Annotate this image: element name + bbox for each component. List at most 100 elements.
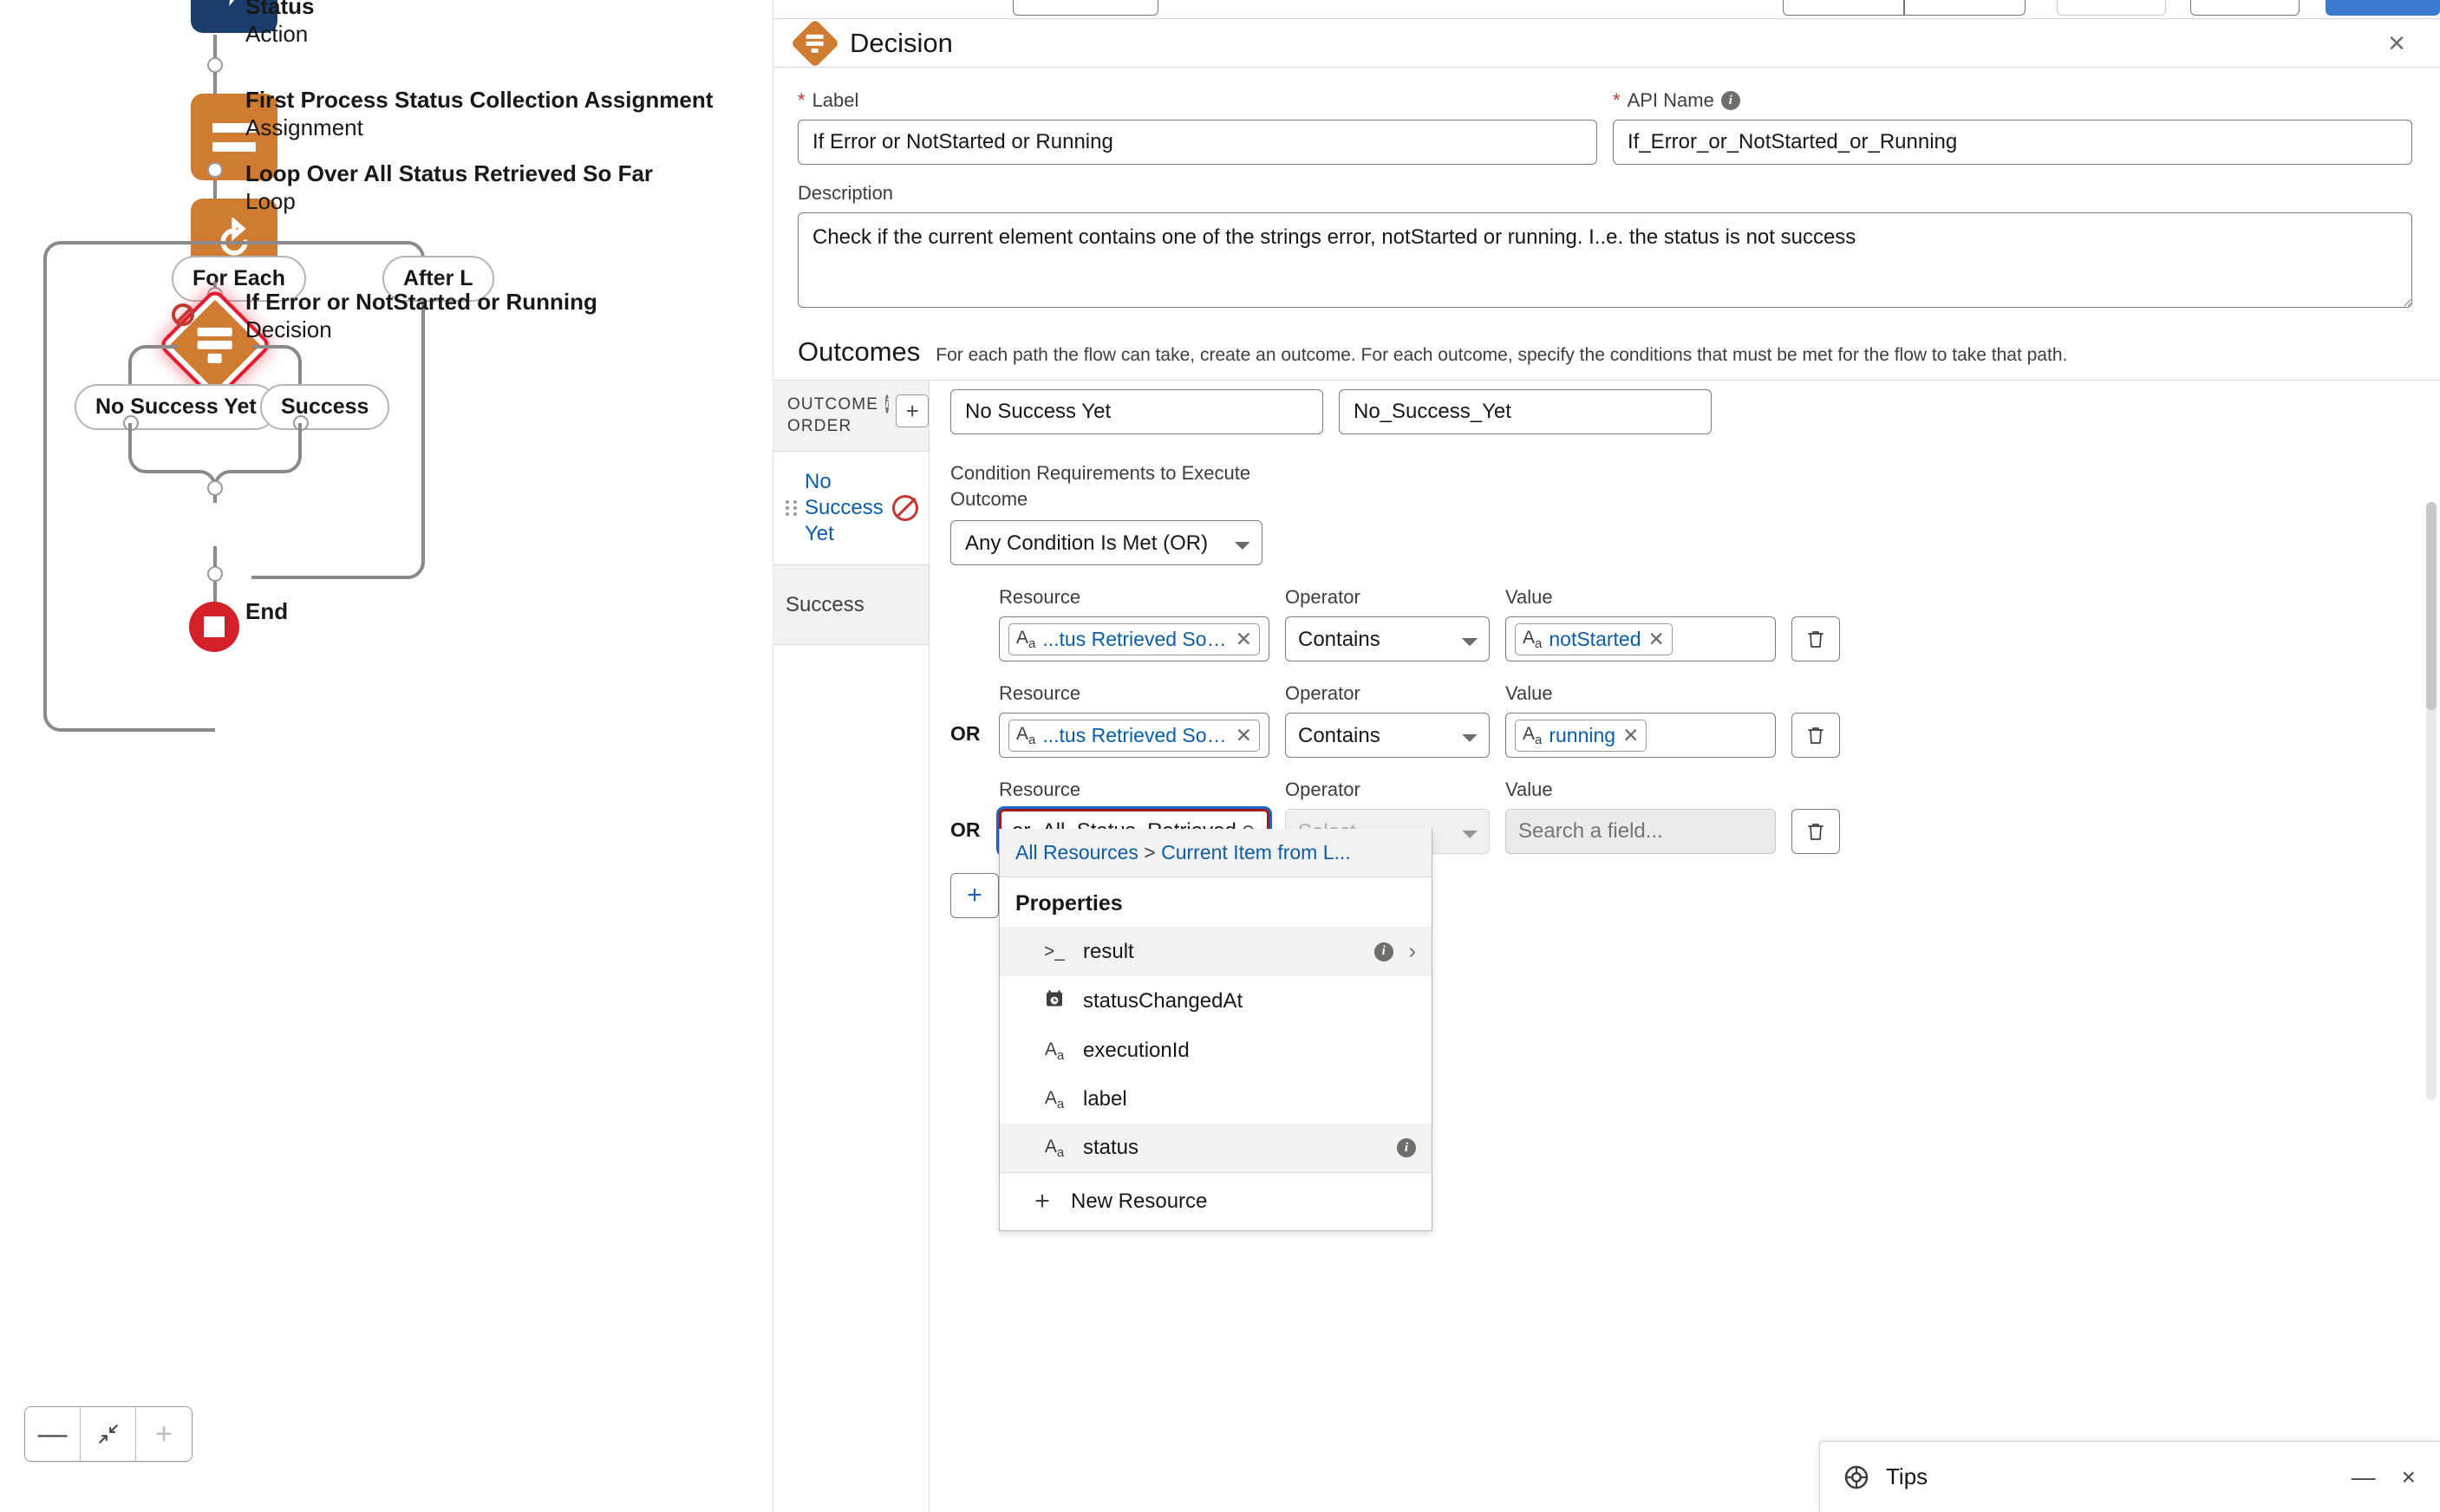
info-icon[interactable]: i — [1720, 91, 1740, 110]
fit-arrows-icon — [98, 1424, 118, 1444]
tips-dock[interactable]: Tips — × — [1819, 1441, 2440, 1512]
branch-label-text: Success — [281, 394, 369, 419]
condition-value-field: Value Aa notStarted ✕ — [1505, 586, 1776, 662]
outcome-api-name-input[interactable] — [1339, 389, 1712, 434]
remove-token-icon[interactable]: ✕ — [1622, 724, 1639, 747]
toolbar-button[interactable] — [2057, 0, 2166, 16]
panel-scrollbar-track[interactable] — [2426, 502, 2437, 1100]
zoom-out-button[interactable]: — — [25, 1407, 81, 1461]
zoom-to-fit-button[interactable] — [81, 1407, 136, 1461]
outcome-label-input[interactable] — [950, 389, 1323, 434]
dropdown-item-label[interactable]: Aa label — [1000, 1075, 1432, 1124]
operator-select[interactable]: Contains — [1285, 713, 1490, 759]
remove-token-icon[interactable]: ✕ — [1236, 628, 1252, 651]
condition-or-label: OR — [950, 722, 981, 746]
resource-column-label: Resource — [999, 779, 1081, 801]
node-title: Status — [245, 0, 315, 19]
delete-condition-button[interactable] — [1791, 616, 1840, 662]
tips-minimize-button[interactable]: — — [2352, 1464, 2376, 1489]
flow-node-assignment-label: First Process Status Collection Assignme… — [245, 87, 766, 141]
dropdown-new-resource[interactable]: + New Resource — [1000, 1172, 1432, 1230]
dropdown-item-label: result — [1083, 939, 1134, 963]
remove-token-icon[interactable]: ✕ — [1648, 628, 1665, 651]
node-title: If Error or NotStarted or Running — [245, 289, 597, 315]
tips-close-button[interactable]: × — [2402, 1464, 2416, 1489]
tips-title: Tips — [1886, 1463, 1928, 1489]
info-icon[interactable]: i — [885, 394, 890, 414]
value-combobox[interactable]: Aa running ✕ — [1505, 713, 1776, 759]
close-panel-button[interactable]: × — [2379, 25, 2414, 62]
condition-value-field: Value — [1505, 779, 1776, 855]
breadcrumb-current[interactable]: Current Item from L... — [1161, 841, 1351, 864]
label-field-label: * Label — [798, 89, 1597, 112]
condition-logic-select[interactable]: Any Condition Is Met (OR) — [950, 520, 1262, 566]
outcome-list-item-success[interactable]: Success — [773, 565, 929, 646]
resource-combobox[interactable]: Aa ...tus Retrieved So Far > status ✕ — [999, 713, 1269, 759]
dropdown-item-executionid[interactable]: Aa executionId — [1000, 1026, 1432, 1075]
connector-add-dot[interactable] — [207, 162, 223, 178]
label-input[interactable] — [798, 120, 1597, 165]
node-subtitle: Assignment — [245, 114, 363, 140]
resource-combobox[interactable]: Aa ...tus Retrieved So Far > status ✕ — [999, 616, 1269, 662]
panel-scrollbar-thumb[interactable] — [2426, 502, 2437, 710]
operator-select[interactable]: Contains — [1285, 616, 1490, 662]
toolbar-button[interactable] — [1904, 0, 2026, 16]
dropdown-item-label: statusChangedAt — [1083, 989, 1243, 1013]
drag-handle-icon[interactable] — [786, 500, 798, 517]
connector-add-dot[interactable] — [207, 480, 223, 496]
breadcrumb-root[interactable]: All Resources — [1015, 841, 1138, 864]
outcome-order-sidebar: OUTCOME ORDER i + No Success Yet Success — [773, 381, 930, 1512]
dropdown-breadcrumb[interactable]: All Resources > Current Item from L... — [1000, 829, 1432, 878]
outcome-name: Success — [786, 592, 864, 616]
info-icon[interactable]: i — [1373, 942, 1393, 961]
delete-condition-button[interactable] — [1791, 713, 1840, 759]
delete-condition-button[interactable] — [1791, 809, 1840, 855]
text-Aa-icon: Aa — [1044, 1039, 1065, 1063]
api-name-field-label: * API Name i — [1613, 89, 2412, 112]
chevron-right-icon[interactable]: › — [1409, 939, 1416, 964]
operator-column-label: Operator — [1285, 586, 1360, 609]
toolbar-button[interactable] — [2190, 0, 2300, 16]
resource-column-label: Resource — [999, 586, 1081, 609]
label-field-group: * Label — [798, 89, 1597, 165]
add-condition-button[interactable]: + — [950, 873, 999, 919]
resource-token[interactable]: Aa ...tus Retrieved So Far > status ✕ — [1008, 719, 1260, 752]
stop-square-icon — [204, 616, 225, 637]
dropdown-section-title: Properties — [1015, 891, 1123, 916]
flow-canvas[interactable]: Status Action First Process Status Colle… — [0, 0, 773, 1512]
flow-node-loop-label: Loop Over All Status Retrieved So Far Lo… — [245, 160, 766, 215]
text-Aa-icon: Aa — [1016, 723, 1036, 747]
dropdown-item-statuschangedat[interactable]: statusChangedAt — [1000, 976, 1432, 1026]
text-Aa-icon: Aa — [1523, 723, 1543, 747]
value-token[interactable]: Aa running ✕ — [1515, 719, 1647, 752]
info-icon[interactable]: i — [1397, 1138, 1416, 1158]
dropdown-item-result[interactable]: >_ result i › — [1000, 927, 1432, 977]
dropdown-item-label: status — [1083, 1136, 1139, 1160]
condition-delete-cell — [1791, 809, 1840, 855]
toolbar-primary-button[interactable] — [2326, 0, 2440, 16]
api-name-input[interactable] — [1613, 120, 2412, 165]
condition-row: Resource Aa ...tus Retrieved So Far > st… — [950, 586, 2409, 662]
remove-token-icon[interactable]: ✕ — [1236, 724, 1252, 747]
connector-add-dot[interactable] — [207, 566, 223, 582]
add-outcome-button[interactable]: + — [896, 394, 930, 427]
outcomes-help-text: For each path the flow can take, create … — [936, 345, 2068, 365]
operator-column-label: Operator — [1285, 779, 1360, 801]
canvas-zoom-controls[interactable]: — + — [24, 1406, 192, 1462]
zoom-in-button[interactable]: + — [136, 1407, 192, 1461]
condition-operator-field: Operator Contains — [1285, 682, 1490, 759]
resource-token[interactable]: Aa ...tus Retrieved So Far > status ✕ — [1008, 622, 1260, 655]
description-textarea[interactable]: Check if the current element contains on… — [798, 212, 2412, 308]
value-column-label: Value — [1505, 586, 1553, 609]
connector-add-dot[interactable] — [207, 57, 223, 73]
flow-node-end-icon[interactable] — [189, 602, 239, 652]
dropdown-item-status[interactable]: Aa status i — [1000, 1124, 1432, 1173]
text-Aa-icon: Aa — [1016, 627, 1036, 651]
outcome-list-item-no-success-yet[interactable]: No Success Yet — [773, 452, 929, 566]
resource-dropdown: All Resources > Current Item from L... P… — [999, 829, 1432, 1232]
toolbar-button-group[interactable] — [1013, 0, 1158, 16]
value-combobox[interactable]: Aa notStarted ✕ — [1505, 616, 1776, 662]
condition-row-active: OR Resource er_All_Status_Retrieved_So_F… — [950, 779, 2409, 1232]
value-token[interactable]: Aa notStarted ✕ — [1515, 622, 1673, 655]
toolbar-button[interactable] — [1783, 0, 1904, 16]
